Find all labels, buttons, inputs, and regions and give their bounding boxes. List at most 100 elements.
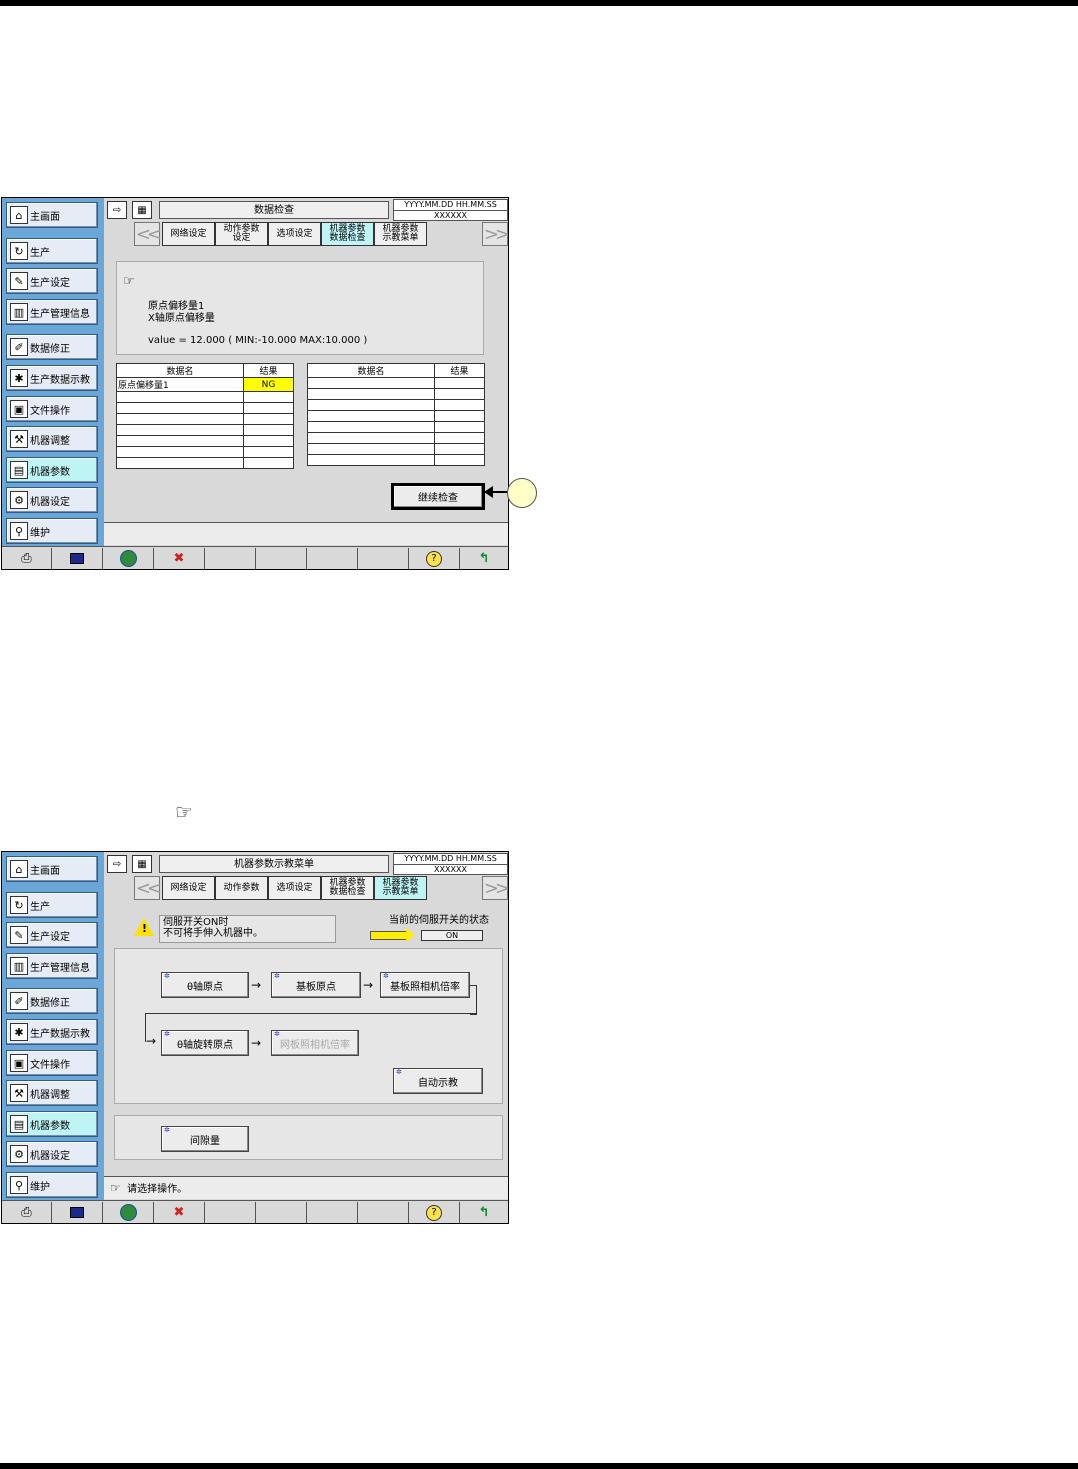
col-header-name: 数据名 <box>307 363 435 378</box>
help-icon[interactable]: ? <box>409 1202 460 1223</box>
teach-marker-icon: ✲ <box>396 1068 402 1076</box>
blank-function-button[interactable] <box>307 548 358 569</box>
servo-state-value: ON <box>421 930 483 941</box>
warning-line-1: 伺服开关ON时 <box>163 917 229 928</box>
table-row <box>116 457 294 469</box>
blank-function-button[interactable] <box>205 548 256 569</box>
maintenance-icon: ⚲ <box>10 1176 28 1194</box>
theta-rotation-origin-button[interactable]: ✲ θ轴旋转原点 <box>161 1030 249 1056</box>
sidebar-item-production-teach[interactable]: ✱ 生产数据示教 <box>6 1019 98 1045</box>
sidebar-item-machine-settings[interactable]: ⚙ 机器设定 <box>6 1141 98 1167</box>
tab-teach-menu[interactable]: 机器参数 示教菜单 <box>374 222 427 246</box>
sidebar-item-machine-adjust[interactable]: ⚒ 机器调整 <box>6 426 98 452</box>
tab-scroll-right-icon[interactable]: >> <box>482 876 508 900</box>
continue-check-button[interactable]: 继续检查 <box>391 483 485 510</box>
board-origin-button[interactable]: ✲ 基板原点 <box>271 972 361 998</box>
return-icon[interactable]: ↰ <box>460 1202 508 1223</box>
sidebar-item-machine-params[interactable]: ▤ 机器参数 <box>6 1111 98 1137</box>
sidebar-item-production-settings[interactable]: ✎ 生产设定 <box>6 922 98 948</box>
blank-function-button[interactable] <box>256 548 307 569</box>
sidebar-item-production-info[interactable]: ▥ 生产管理信息 <box>6 299 98 325</box>
servo-arrow-shaft <box>370 931 408 940</box>
tab-data-check[interactable]: 机器参数 数据检查 <box>321 222 374 246</box>
teach-marker-icon: ✲ <box>274 1030 280 1038</box>
globe-icon[interactable] <box>103 1202 154 1223</box>
screen-icon[interactable] <box>52 1202 103 1223</box>
manual-icon[interactable]: ▦ <box>132 855 152 873</box>
wrench-doc-icon: ⚒ <box>10 430 28 448</box>
sidebar-item-machine-adjust[interactable]: ⚒ 机器调整 <box>6 1080 98 1106</box>
status-bar <box>104 522 508 545</box>
sidebar-item-production-info[interactable]: ▥ 生产管理信息 <box>6 953 98 979</box>
col-header-result: 结果 <box>243 363 294 378</box>
col-header-name: 数据名 <box>116 363 244 378</box>
tab-teach-menu[interactable]: 机器参数 示教菜单 <box>374 876 427 900</box>
col-header-result: 结果 <box>434 363 485 378</box>
page-title: 数据检查 <box>159 201 389 219</box>
print-icon[interactable]: ⎙ <box>2 548 52 569</box>
tab-network[interactable]: 网络设定 <box>162 876 215 900</box>
maintenance-icon: ⚲ <box>10 522 28 540</box>
status-message: 请选择操作。 <box>127 1184 188 1195</box>
print-icon[interactable]: ⎙ <box>2 1202 52 1223</box>
sidebar-item-data-edit[interactable]: ✐ 数据修正 <box>6 334 98 360</box>
tab-data-check[interactable]: 机器参数 数据检查 <box>321 876 374 900</box>
blank-function-button[interactable] <box>358 548 409 569</box>
auto-teach-button[interactable]: ✲ 自动示教 <box>393 1068 483 1094</box>
screen-icon[interactable] <box>52 548 103 569</box>
tab-motion-params[interactable]: 动作参数 设定 <box>215 222 268 246</box>
blank-function-button[interactable] <box>358 1202 409 1223</box>
blank-function-button[interactable] <box>256 1202 307 1223</box>
sidebar-item-production-settings[interactable]: ✎ 生产设定 <box>6 268 98 294</box>
sidebar-item-file[interactable]: ▣ 文件操作 <box>6 1050 98 1076</box>
logout-icon[interactable]: ⇨ <box>107 855 127 873</box>
tab-scroll-left-icon[interactable]: << <box>134 876 162 900</box>
blank-function-button[interactable] <box>307 1202 358 1223</box>
gap-button[interactable]: ✲ 间隙量 <box>161 1126 249 1152</box>
tab-network[interactable]: 网络设定 <box>162 222 215 246</box>
sidebar-item-file[interactable]: ▣ 文件操作 <box>6 396 98 422</box>
blank-function-button[interactable] <box>205 1202 256 1223</box>
data-check-screen: ⌂ 主画面 ↻ 生产 ✎ 生产设定 ▥ 生产管理信息 ✐ 数据修正 ✱ 生产数据示教 ▣ 文件… <box>1 197 509 570</box>
table-row <box>116 391 294 403</box>
bottom-rule <box>0 1463 1078 1469</box>
sidebar-item-main[interactable]: ⌂ 主画面 <box>6 856 98 882</box>
status-bar: ☞ 请选择操作。 <box>104 1176 508 1199</box>
sidebar-item-main[interactable]: ⌂ 主画面 <box>6 202 98 228</box>
tab-options[interactable]: 选项设定 <box>268 876 321 900</box>
globe-icon[interactable] <box>103 548 154 569</box>
datetime: YYYY.MM.DD HH.MM.SS <box>394 200 507 211</box>
theta-origin-button[interactable]: ✲ θ轴原点 <box>161 972 249 998</box>
manual-icon[interactable]: ▦ <box>132 201 152 219</box>
board-camera-scale-button[interactable]: ✲ 基板照相机倍率 <box>380 972 470 998</box>
tab-options[interactable]: 选项设定 <box>268 222 321 246</box>
alarm-off-icon[interactable]: ✖ <box>154 548 205 569</box>
callout-circle <box>507 478 537 508</box>
table-row <box>307 443 485 455</box>
tab-motion-params[interactable]: 动作参数 <box>215 876 268 900</box>
machine-settings-icon: ⚙ <box>10 1145 28 1163</box>
logout-icon[interactable]: ⇨ <box>107 201 127 219</box>
table-row[interactable]: 原点偏移量1 NG <box>116 377 294 392</box>
table-row <box>307 377 485 389</box>
sidebar-item-production[interactable]: ↻ 生产 <box>6 238 98 264</box>
flow-arrow-icon: → <box>363 978 374 992</box>
gear-icon: ✱ <box>10 1023 28 1041</box>
params-icon: ▤ <box>10 461 28 479</box>
tab-scroll-left-icon[interactable]: << <box>134 222 162 246</box>
warning-exclaim: ! <box>142 922 148 935</box>
alarm-off-icon[interactable]: ✖ <box>154 1202 205 1223</box>
reference-hand-icon: ☞ <box>175 800 193 824</box>
machine-settings-icon: ⚙ <box>10 491 28 509</box>
sidebar-item-production[interactable]: ↻ 生产 <box>6 892 98 918</box>
sidebar-item-maintenance[interactable]: ⚲ 维护 <box>6 1172 98 1198</box>
sidebar-item-maintenance[interactable]: ⚲ 维护 <box>6 518 98 544</box>
sidebar-item-machine-settings[interactable]: ⚙ 机器设定 <box>6 487 98 513</box>
sidebar-item-machine-params[interactable]: ▤ 机器参数 <box>6 457 98 483</box>
stencil-camera-scale-button[interactable]: ✲ 网板照相机倍率 <box>271 1030 359 1056</box>
help-icon[interactable]: ? <box>409 548 460 569</box>
sidebar-item-production-teach[interactable]: ✱ 生产数据示教 <box>6 365 98 391</box>
tab-scroll-right-icon[interactable]: >> <box>482 222 508 246</box>
sidebar-item-data-edit[interactable]: ✐ 数据修正 <box>6 988 98 1014</box>
return-icon[interactable]: ↰ <box>460 548 508 569</box>
